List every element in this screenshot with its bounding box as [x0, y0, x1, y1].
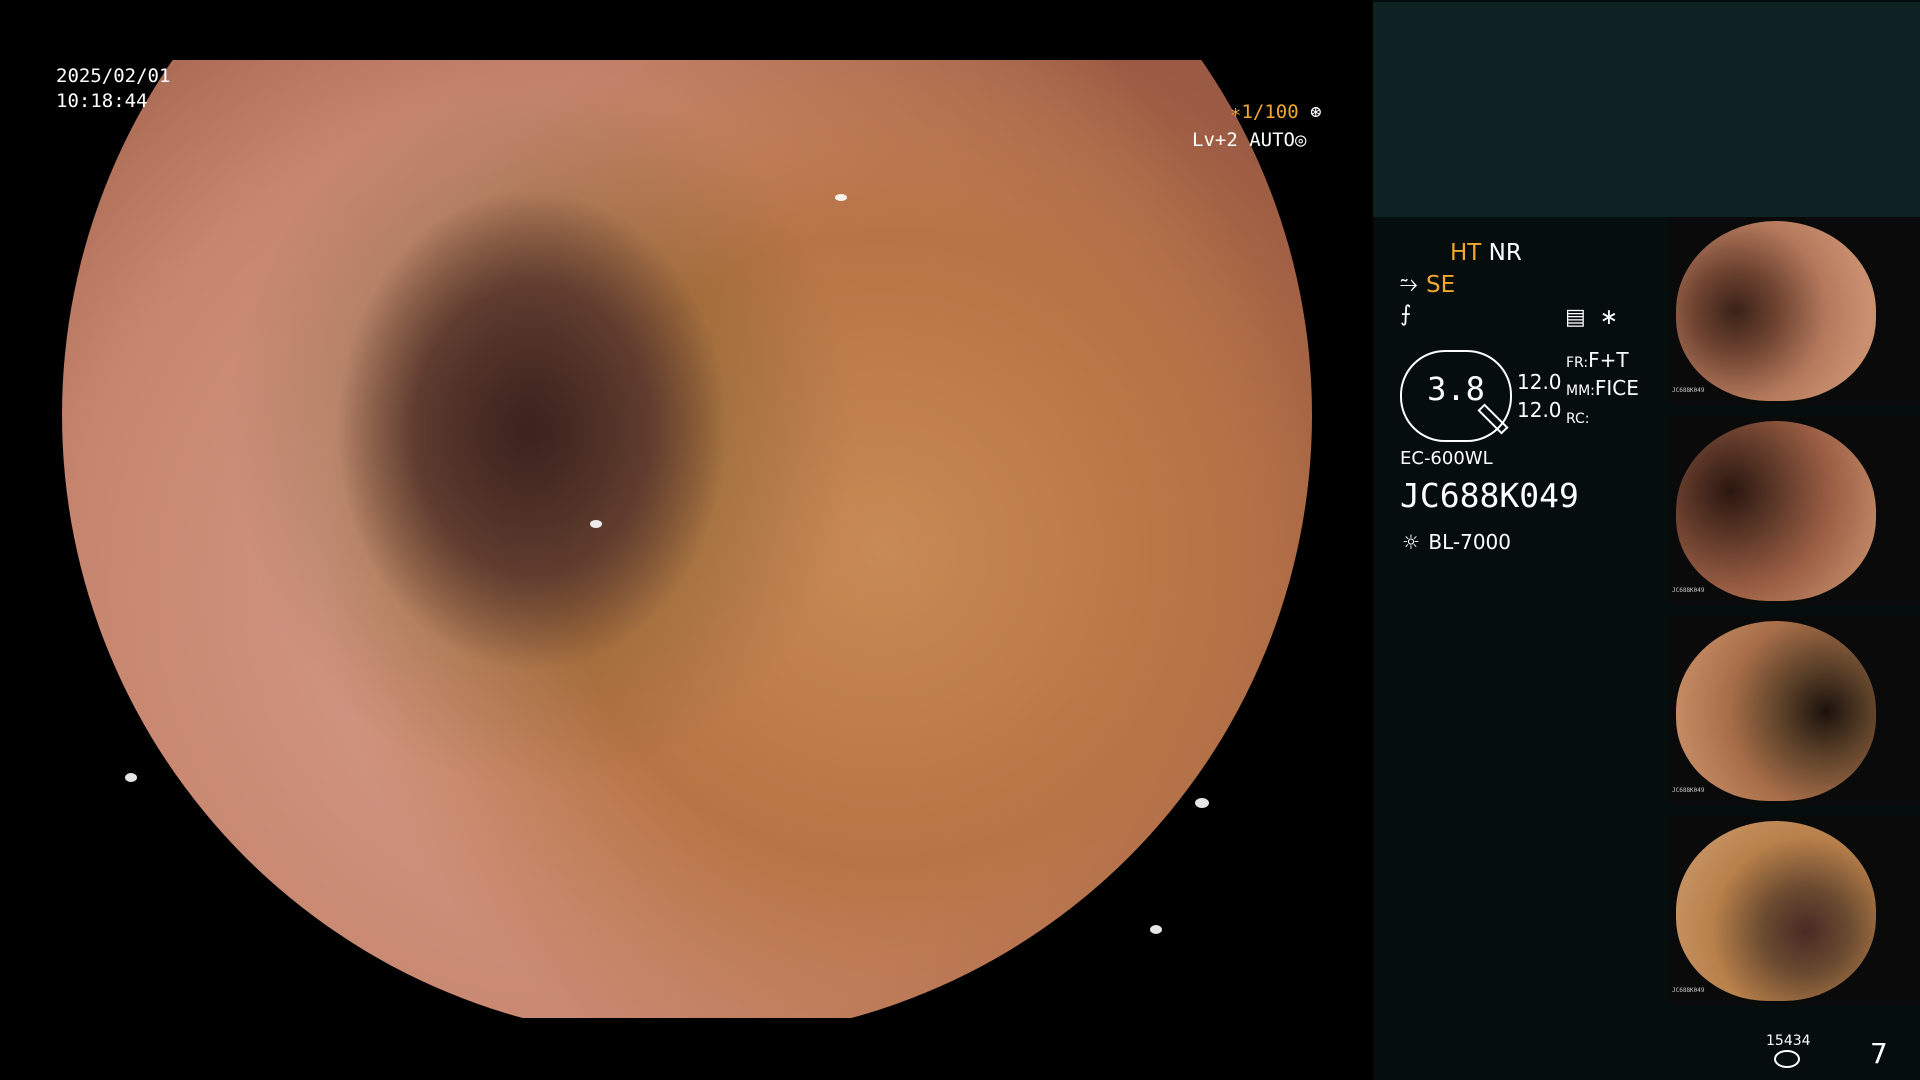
fr-label: FR:	[1566, 355, 1589, 371]
crop-band-top	[0, 0, 1373, 60]
thumbnail-id: JC688K049	[1672, 587, 1705, 594]
thumbnail[interactable]: JC688K049	[1670, 617, 1920, 805]
light-source: ☼ BL-7000	[1400, 530, 1511, 554]
specular-highlight	[1150, 925, 1162, 934]
level-text: Lv+2 AUTO	[1192, 129, 1295, 151]
storage-icon	[1774, 1050, 1800, 1068]
asterisk-icon: ∗	[1599, 305, 1619, 330]
fr-value: F+T	[1588, 348, 1629, 372]
timestamp: 2025/02/01 10:18:44	[56, 64, 170, 114]
specular-highlight	[590, 520, 602, 528]
thumbnail-image	[1676, 821, 1876, 1001]
rc-label: RC:	[1566, 411, 1590, 427]
thumbnail-id: JC688K049	[1672, 787, 1705, 794]
value-2: 12.0	[1517, 398, 1562, 422]
zoom-value: 3.8	[1427, 370, 1485, 408]
image-counter: 15434	[1766, 1033, 1811, 1049]
ht-nr-row: HT NR	[1450, 240, 1522, 266]
menu-icon: ▤	[1565, 305, 1586, 330]
time-text: 10:18:44	[56, 90, 148, 112]
auto-icon: ◎	[1294, 129, 1307, 151]
numeric-values: 12.0 12.0	[1517, 368, 1562, 424]
scope-serial: JC688K049	[1400, 476, 1579, 515]
aperture-icon: ⊛	[1310, 101, 1322, 123]
crop-band-bottom	[0, 1018, 1373, 1080]
scope-model: EC-600WL	[1400, 448, 1493, 469]
freeze-icon: ⨍	[1400, 302, 1412, 327]
light-source-label: BL-7000	[1428, 530, 1511, 554]
control-icons: ▤ ∗	[1565, 305, 1618, 330]
thumbnail-id: JC688K049	[1672, 387, 1705, 394]
se-label: SE	[1426, 272, 1456, 298]
thumbnail[interactable]: JC688K049	[1670, 817, 1920, 1005]
thumbnail-id: JC688K049	[1672, 987, 1705, 994]
thumbnail[interactable]: JC688K049	[1670, 217, 1920, 405]
thumbnail-image	[1676, 221, 1876, 401]
thumbnail[interactable]: JC688K049	[1670, 417, 1920, 605]
thumbnail-image	[1676, 621, 1876, 801]
light-icon: ☼	[1402, 530, 1420, 554]
zoom-indicator: 3.8	[1400, 350, 1512, 442]
date-text: 2025/02/01	[56, 65, 171, 87]
page-number: 7	[1870, 1037, 1888, 1070]
mm-label: MM:	[1566, 383, 1595, 399]
specular-highlight	[1195, 798, 1209, 808]
shutter-text: ∗1/100	[1230, 101, 1299, 123]
zoom-slash-icon	[1477, 403, 1509, 435]
specular-highlight	[835, 194, 847, 201]
thumbnail-strip: JC688K049 JC688K049 JC688K049 JC688K049	[1670, 217, 1920, 1017]
structure-enhance-icon: ⥲	[1400, 272, 1418, 297]
mm-value: FICE	[1594, 376, 1639, 400]
ht-label: HT	[1450, 240, 1482, 266]
value-1: 12.0	[1517, 370, 1562, 394]
thumbnail-image	[1676, 421, 1876, 601]
exposure-info: ∗1/100 ⊛ Lv+2 AUTO◎	[1192, 98, 1322, 154]
nr-label: NR	[1488, 240, 1522, 266]
header-band	[1373, 2, 1920, 217]
info-panel: HT NR ⥲ SE ⨍ ▤ ∗ 3.8 12.0 12.0 FR:F+T MM…	[1373, 0, 1920, 1080]
endoscopic-image	[62, 0, 1312, 1040]
specular-highlight	[125, 773, 137, 782]
endoscope-main-view: 2025/02/01 10:18:44 ∗1/100 ⊛ Lv+2 AUTO◎	[0, 0, 1373, 1080]
mode-values: FR:F+T MM:FICE RC:	[1566, 348, 1639, 432]
